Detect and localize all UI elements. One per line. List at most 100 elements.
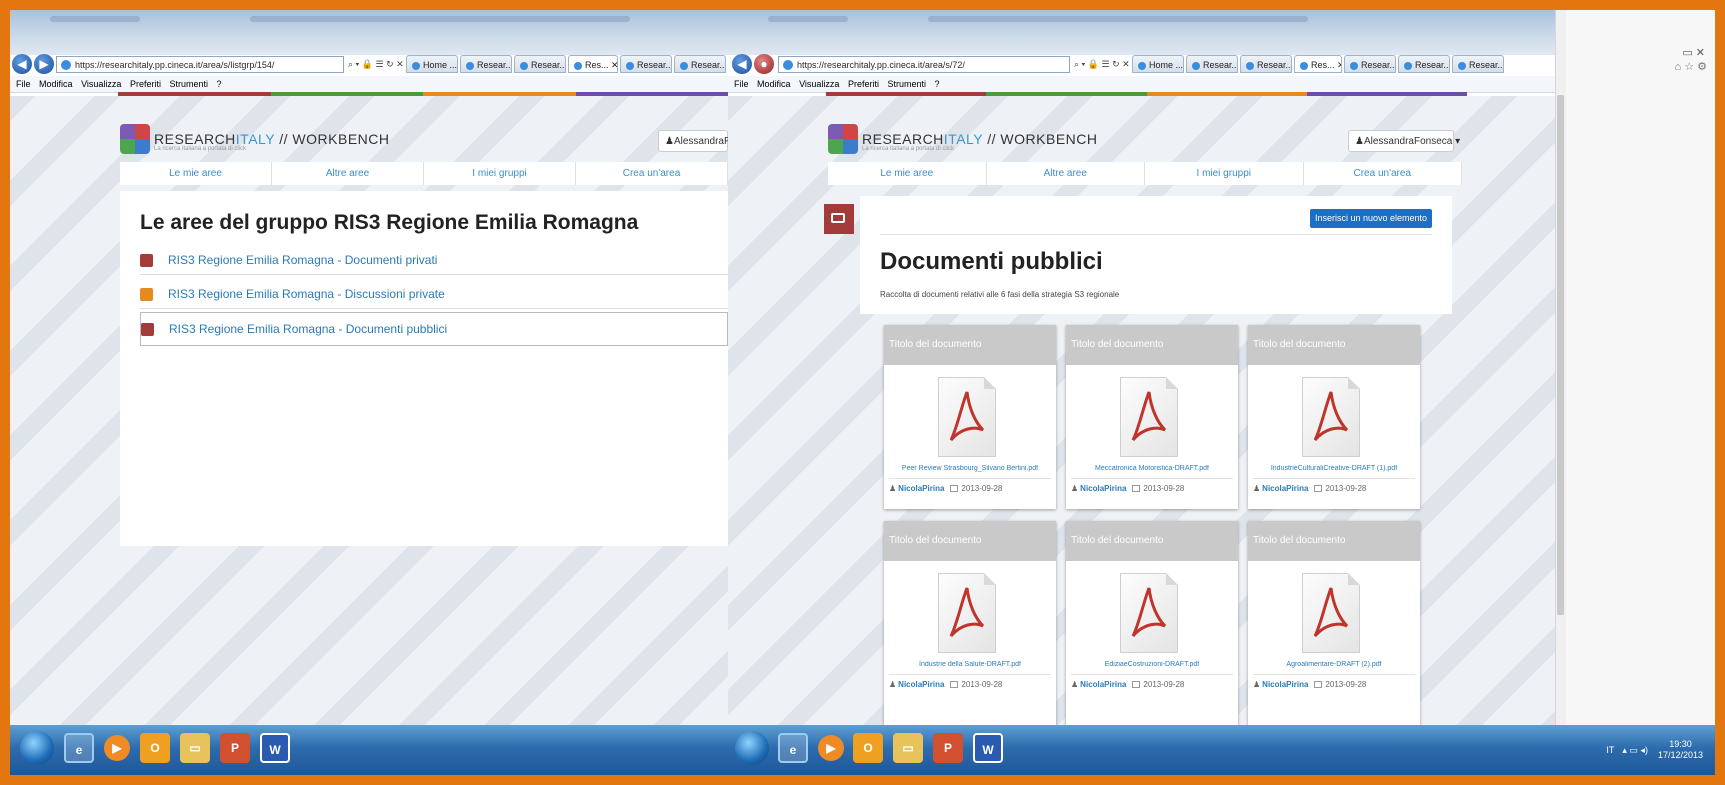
nav-i-miei-gruppi[interactable]: I miei gruppi (424, 162, 576, 185)
document-card[interactable]: Titolo del documento EdiziaeCostruzioni-… (1066, 521, 1238, 725)
author-link[interactable]: NicolaPirina (1080, 680, 1126, 689)
powerpoint-icon[interactable]: P (220, 733, 250, 763)
menu-visualizza[interactable]: Visualizza (799, 79, 839, 89)
document-filename[interactable]: IndustrieCulturaliCreative-DRAFT (1).pdf (1248, 465, 1420, 472)
start-button[interactable] (735, 731, 769, 765)
media-player-icon[interactable]: ▶ (104, 735, 130, 761)
tab-research[interactable]: Resear... (620, 55, 672, 73)
menu-modifica[interactable]: Modifica (757, 79, 791, 89)
document-filename[interactable]: Agroalimentare-DRAFT (2).pdf (1248, 661, 1420, 668)
tab-research[interactable]: Resear... (460, 55, 512, 73)
folder-icon[interactable]: ▭ (893, 733, 923, 763)
document-card[interactable]: Titolo del documento IndustrieCulturaliC… (1248, 325, 1420, 509)
menu-file[interactable]: File (734, 79, 749, 89)
menu-visualizza[interactable]: Visualizza (81, 79, 121, 89)
ie-taskbar-icon[interactable]: e (778, 733, 808, 763)
scrollbar-thumb[interactable] (1557, 95, 1564, 615)
stop-button[interactable]: ● (754, 54, 774, 74)
vertical-scrollbar[interactable] (1555, 10, 1566, 725)
document-filename[interactable]: Peer Review Strasbourg_Silvano Bertini.p… (884, 465, 1056, 472)
tab-home[interactable]: Home ... (1132, 55, 1184, 73)
address-bar[interactable]: https://researchitaly.pp.cineca.it/area/… (778, 56, 1070, 73)
media-player-icon[interactable]: ▶ (818, 735, 844, 761)
author-link[interactable]: NicolaPirina (898, 484, 944, 493)
folder-icon[interactable]: ▭ (180, 733, 210, 763)
word-icon[interactable]: W (973, 733, 1003, 763)
card-title[interactable]: Titolo del documento (1248, 325, 1420, 365)
author-link[interactable]: NicolaPirina (1080, 484, 1126, 493)
menu-preferiti[interactable]: Preferiti (130, 79, 161, 89)
card-title[interactable]: Titolo del documento (1066, 521, 1238, 561)
nav-altre-aree[interactable]: Altre aree (272, 162, 424, 185)
area-item[interactable]: RIS3 Regione Emilia Romagna - Discussion… (140, 280, 728, 309)
area-link[interactable]: RIS3 Regione Emilia Romagna - Documenti … (169, 322, 447, 336)
forward-button[interactable]: ▶ (34, 54, 54, 74)
menu-modifica[interactable]: Modifica (39, 79, 73, 89)
card-title[interactable]: Titolo del documento (1248, 521, 1420, 561)
tab-research[interactable]: Resear... (1452, 55, 1504, 73)
author-link[interactable]: NicolaPirina (1262, 680, 1308, 689)
address-icons[interactable]: ⌕ ▾ 🔒 ☰ ↻ ✕ (348, 56, 404, 73)
nav-le-mie-aree[interactable]: Le mie aree (120, 162, 272, 185)
tab-research[interactable]: Resear... (674, 55, 726, 73)
back-button[interactable]: ◀ (12, 54, 32, 74)
document-filename[interactable]: EdiziaeCostruzioni-DRAFT.pdf (1066, 661, 1238, 668)
document-filename[interactable]: Industrie della Salute-DRAFT.pdf (884, 661, 1056, 668)
menu-preferiti[interactable]: Preferiti (848, 79, 879, 89)
site-logo[interactable]: RESEARCHITALY // WORKBENCH La ricerca it… (828, 124, 1098, 154)
area-link[interactable]: RIS3 Regione Emilia Romagna - Documenti … (168, 253, 437, 267)
document-card[interactable]: Titolo del documento Meccatronica Motori… (1066, 325, 1238, 509)
site-logo[interactable]: RESEARCHITALY // WORKBENCH La ricerca it… (120, 124, 390, 154)
user-menu-button[interactable]: ♟AlessandraFonseca ▾ (1348, 130, 1460, 152)
document-date: 2013-09-28 (1325, 680, 1367, 689)
tab-active[interactable]: Res... ✕ (1294, 55, 1342, 73)
document-card[interactable]: Titolo del documento Peer Review Strasbo… (884, 325, 1056, 509)
tab-home[interactable]: Home ... (406, 55, 458, 73)
ie-taskbar-icon[interactable]: e (64, 733, 94, 763)
nav-crea-area[interactable]: Crea un'area (1304, 162, 1462, 185)
home-star-gear-icons[interactable]: ⌂ ☆ ⚙ (1675, 60, 1707, 73)
tray-icons[interactable]: ▴ ▭ ◂) (1622, 745, 1648, 756)
address-icons[interactable]: ⌕ ▾ 🔒 ☰ ↻ ✕ (1074, 56, 1130, 73)
start-button[interactable] (20, 731, 54, 765)
menu-strumenti[interactable]: Strumenti (169, 79, 208, 89)
area-item[interactable]: RIS3 Regione Emilia Romagna - Documenti … (140, 246, 728, 275)
back-button[interactable]: ◀ (732, 54, 752, 74)
user-menu-button[interactable]: ♟AlessandraFonseca (658, 130, 728, 152)
author-link[interactable]: NicolaPirina (1262, 484, 1308, 493)
window-controls[interactable]: ▭ ✕ (1682, 46, 1705, 59)
documents-tab-icon[interactable] (824, 204, 854, 234)
tab-research[interactable]: Resear... (1344, 55, 1396, 73)
tab-research[interactable]: Resear... (1398, 55, 1450, 73)
powerpoint-icon[interactable]: P (933, 733, 963, 763)
page-description: Raccolta di documenti relativi alle 6 fa… (880, 290, 1120, 299)
author-link[interactable]: NicolaPirina (898, 680, 944, 689)
document-card[interactable]: Titolo del documento Agroalimentare-DRAF… (1248, 521, 1420, 725)
menu-file[interactable]: File (16, 79, 31, 89)
nav-altre-aree[interactable]: Altre aree (987, 162, 1145, 185)
menu-strumenti[interactable]: Strumenti (887, 79, 926, 89)
area-item-selected[interactable]: RIS3 Regione Emilia Romagna - Documenti … (140, 312, 728, 346)
nav-le-mie-aree[interactable]: Le mie aree (828, 162, 987, 185)
document-filename[interactable]: Meccatronica Motoristica-DRAFT.pdf (1066, 465, 1238, 472)
word-icon[interactable]: W (260, 733, 290, 763)
outlook-icon[interactable]: O (140, 733, 170, 763)
menu-help[interactable]: ? (935, 79, 940, 89)
tab-research[interactable]: Resear... (514, 55, 566, 73)
card-title[interactable]: Titolo del documento (884, 325, 1056, 365)
nav-i-miei-gruppi[interactable]: I miei gruppi (1145, 162, 1304, 185)
language-indicator[interactable]: IT (1606, 745, 1614, 755)
address-bar[interactable]: https://researchitaly.pp.cineca.it/area/… (56, 56, 344, 73)
tab-active[interactable]: Res... ✕ (568, 55, 618, 73)
card-title[interactable]: Titolo del documento (884, 521, 1056, 561)
outlook-icon[interactable]: O (853, 733, 883, 763)
clock[interactable]: 19:30 17/12/2013 (1658, 739, 1703, 761)
tab-research[interactable]: Resear... (1240, 55, 1292, 73)
document-card[interactable]: Titolo del documento Industrie della Sal… (884, 521, 1056, 725)
tab-research[interactable]: Resear... (1186, 55, 1238, 73)
insert-element-button[interactable]: Inserisci un nuovo elemento (1310, 209, 1432, 228)
menu-help[interactable]: ? (217, 79, 222, 89)
area-link[interactable]: RIS3 Regione Emilia Romagna - Discussion… (168, 287, 445, 301)
nav-crea-area[interactable]: Crea un'area (576, 162, 728, 185)
card-title[interactable]: Titolo del documento (1066, 325, 1238, 365)
